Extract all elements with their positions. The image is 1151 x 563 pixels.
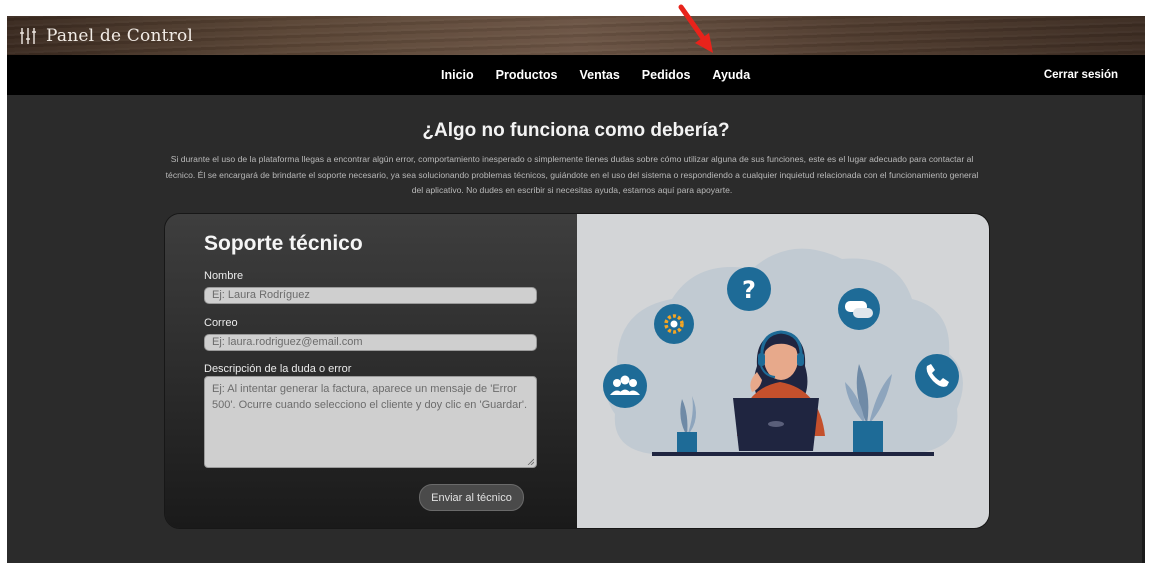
nav-item-ayuda[interactable]: Ayuda	[712, 68, 750, 82]
submit-button[interactable]: Enviar al técnico	[419, 484, 524, 511]
form-title: Soporte técnico	[204, 232, 363, 255]
phone-icon	[915, 354, 959, 398]
name-input[interactable]: Ej: Laura Rodríguez	[204, 287, 537, 304]
desk-line	[652, 452, 934, 456]
name-label: Nombre	[204, 270, 244, 282]
page-description: Si durante el uso de la plataforma llega…	[165, 154, 979, 195]
logout-link[interactable]: Cerrar sesión	[1044, 55, 1118, 95]
description-textarea[interactable]: Ej: Al intentar generar la factura, apar…	[204, 376, 537, 468]
nav-item-productos[interactable]: Productos	[496, 68, 558, 82]
email-label: Correo	[204, 317, 238, 329]
sliders-icon	[20, 27, 36, 44]
annotation-arrow-icon	[678, 4, 713, 53]
nav-item-pedidos[interactable]: Pedidos	[642, 68, 691, 82]
support-card: Soporte técnico Nombre Ej: Laura Rodrígu…	[164, 213, 990, 529]
app-title: Panel de Control	[46, 25, 194, 46]
svg-text:?: ?	[742, 276, 756, 304]
support-illustration-panel: ?	[577, 214, 989, 528]
page-title: ¿Algo no funciona como debería?	[422, 120, 730, 141]
main-navbar: Inicio Productos Ventas Pedidos Ayuda Ce…	[7, 55, 1145, 95]
nav-item-inicio[interactable]: Inicio	[441, 68, 474, 82]
app-header: Panel de Control	[7, 16, 1145, 55]
support-form: Soporte técnico Nombre Ej: Laura Rodrígu…	[165, 214, 577, 528]
question-icon: ?	[727, 267, 771, 311]
support-agent-illustration: ?	[603, 248, 963, 456]
description-label: Descripción de la duda o error	[204, 363, 352, 375]
nav-item-ventas[interactable]: Ventas	[579, 68, 619, 82]
description-placeholder: Ej: Al intentar generar la factura, apar…	[212, 383, 528, 411]
browser-frame: Panel de Control Inicio Productos Ventas…	[7, 16, 1145, 563]
gear-icon	[654, 304, 694, 344]
laptop-icon	[733, 398, 819, 451]
resize-grip-icon[interactable]	[527, 458, 534, 465]
nav-links: Inicio Productos Ventas Pedidos Ayuda	[441, 55, 750, 95]
group-users-icon	[603, 364, 647, 408]
chat-bubble-icon	[838, 288, 880, 330]
email-input[interactable]: Ej: laura.rodriguez@email.com	[204, 334, 537, 351]
